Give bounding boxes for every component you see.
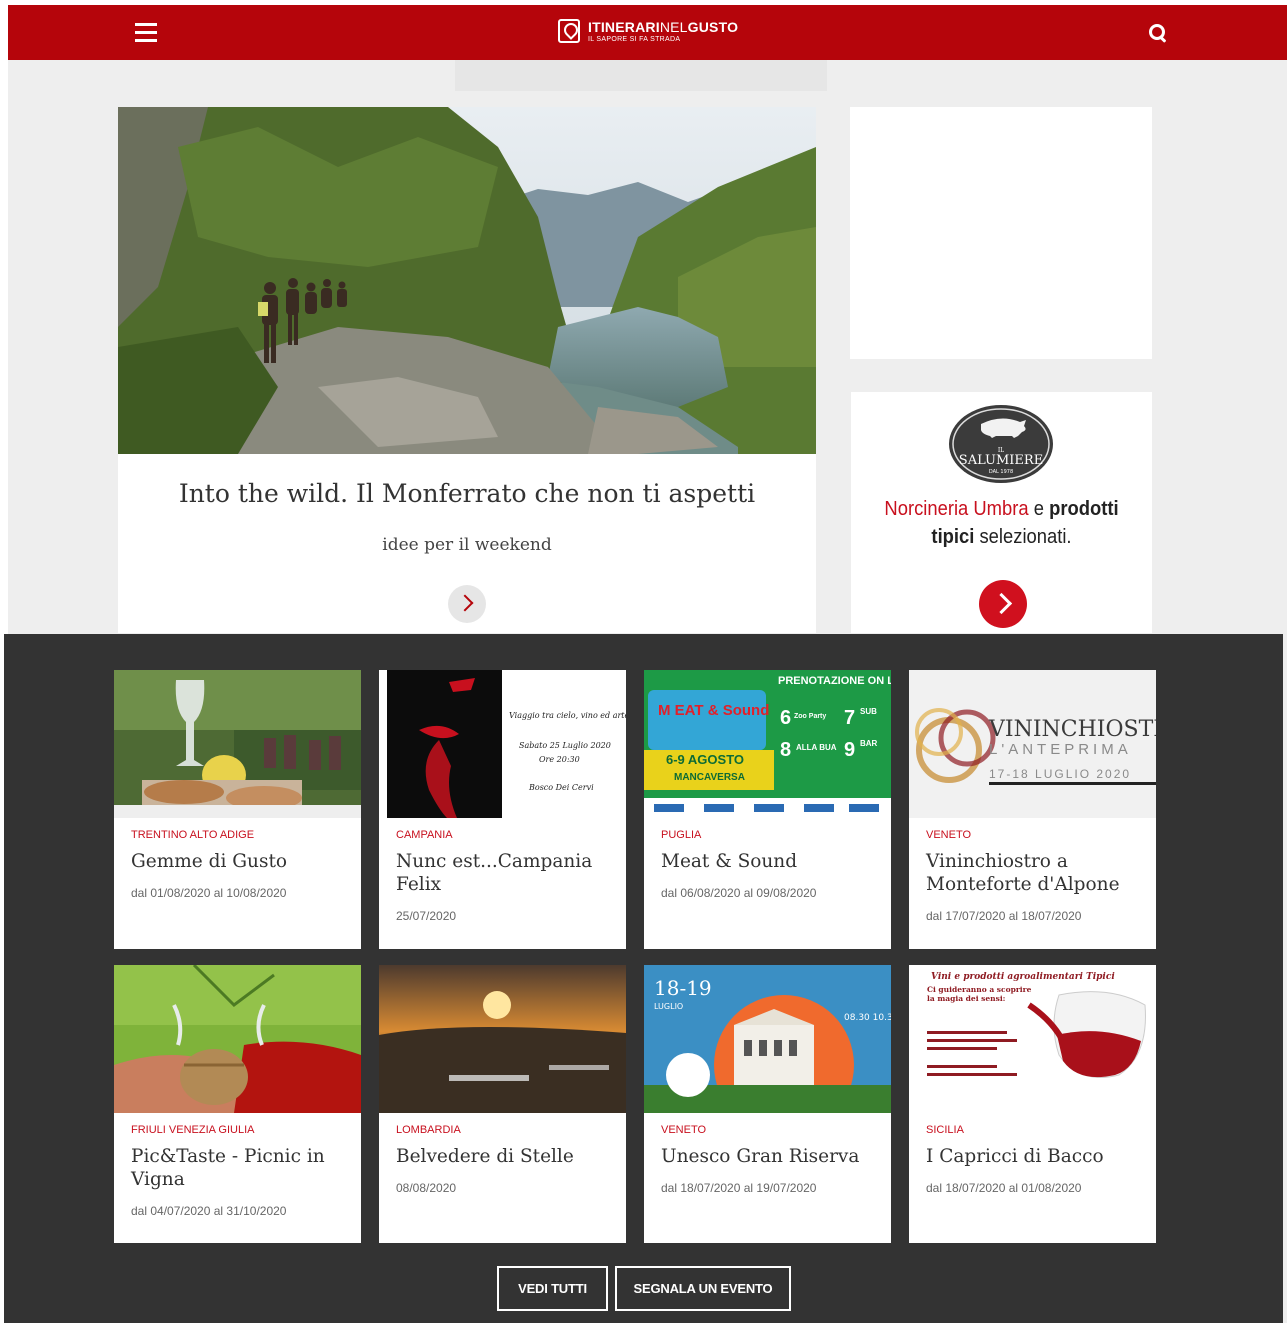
- event-title[interactable]: Pic&Taste - Picnic in Vigna: [131, 1145, 353, 1191]
- event-card[interactable]: FRIULI VENEZIA GIULIA Pic&Taste - Picnic…: [114, 965, 361, 1243]
- svg-text:Bosco Dei Cervi: Bosco Dei Cervi: [528, 783, 594, 792]
- event-card[interactable]: TRENTINO ALTO ADIGE Gemme di Gusto dal 0…: [114, 670, 361, 949]
- event-image: [114, 965, 361, 1113]
- site-header: ITINERARINELGUSTO IL SAPORE SI FA STRADA: [8, 5, 1287, 60]
- svg-text:9: 9: [844, 739, 855, 761]
- salumiere-wordmark: SALUMIERE: [959, 453, 1043, 468]
- event-title[interactable]: Gemme di Gusto: [131, 850, 353, 873]
- see-all-events-button[interactable]: VEDI TUTTI: [497, 1266, 608, 1311]
- event-date: dal 01/08/2020 al 10/08/2020: [131, 886, 287, 900]
- event-title[interactable]: Vininchiostro a Monteforte d'Alpone: [926, 850, 1148, 896]
- poster-vin-brand: VININCHIOSTRO: [988, 717, 1156, 742]
- poster-meat-logo: M EAT & Sound: [658, 702, 769, 719]
- salumiere-logo: IL SALUMIERE DAL 1978: [948, 404, 1054, 484]
- event-region: LOMBARDIA: [396, 1124, 461, 1136]
- svg-text:7: 7: [844, 707, 855, 729]
- search-icon[interactable]: [1148, 23, 1168, 43]
- event-image: VININCHIOSTRO L'ANTEPRIMA 17-18 LUGLIO 2…: [909, 670, 1156, 818]
- report-event-button[interactable]: SEGNALA UN EVENTO: [615, 1266, 791, 1311]
- map-pin-icon: [558, 19, 580, 43]
- event-image: PRENOTAZIONE ON LINE M EAT & Sound 6-9 A…: [644, 670, 891, 818]
- event-region: VENETO: [926, 829, 972, 841]
- hero-title[interactable]: Into the wild. Il Monferrato che non ti …: [118, 479, 816, 508]
- poster-unesco-dates: 18-19: [654, 976, 712, 1000]
- event-title[interactable]: I Capricci di Bacco: [926, 1145, 1148, 1168]
- event-image: Vini e prodotti agroalimentari Tipici Ci…: [909, 965, 1156, 1113]
- event-region: SICILIA: [926, 1124, 964, 1136]
- poster-unesco-times: 08.30 10.30: [844, 1013, 891, 1023]
- poster-meat-place: MANCAVERSA: [674, 772, 745, 783]
- hero-article[interactable]: Into the wild. Il Monferrato che non ti …: [118, 107, 816, 633]
- event-date: dal 18/07/2020 al 19/07/2020: [661, 1181, 817, 1195]
- poster-vin-dates: 17-18 LUGLIO 2020: [989, 767, 1131, 781]
- event-date: 08/08/2020: [396, 1181, 457, 1195]
- event-region: VENETO: [661, 1124, 707, 1136]
- promo-next-arrow-button[interactable]: [979, 580, 1027, 628]
- event-region: TRENTINO ALTO ADIGE: [131, 829, 255, 841]
- event-image: [379, 965, 626, 1113]
- svg-text:ALLA BUA: ALLA BUA: [796, 743, 837, 752]
- hero-subtitle: idee per il weekend: [382, 535, 552, 555]
- event-title[interactable]: Nunc est...Campania Felix: [396, 850, 618, 896]
- event-title[interactable]: Meat & Sound: [661, 850, 883, 873]
- event-card[interactable]: VININCHIOSTRO L'ANTEPRIMA 17-18 LUGLIO 2…: [909, 670, 1156, 949]
- event-date: 25/07/2020: [396, 909, 457, 923]
- site-logo[interactable]: ITINERARINELGUSTO IL SAPORE SI FA STRADA: [558, 19, 738, 43]
- event-card[interactable]: PRENOTAZIONE ON LINE M EAT & Sound 6-9 A…: [644, 670, 891, 949]
- event-card[interactable]: LOMBARDIA Belvedere di Stelle 08/08/2020: [379, 965, 626, 1243]
- poster-meat-top: PRENOTAZIONE ON LINE: [778, 675, 891, 687]
- event-title[interactable]: Unesco Gran Riserva: [661, 1145, 883, 1168]
- event-date: dal 04/07/2020 al 31/10/2020: [131, 1204, 287, 1218]
- poster-unesco-month: LUGLIO: [654, 1002, 683, 1011]
- poster-vin-sub: L'ANTEPRIMA: [989, 741, 1132, 758]
- svg-text:Zoo Party: Zoo Party: [794, 713, 826, 720]
- poster-campania-line: Viaggio tra cielo, vino ed arte: [509, 711, 626, 720]
- event-title[interactable]: Belvedere di Stelle: [396, 1145, 618, 1168]
- event-image: 18-19 LUGLIO 08.30 10.30: [644, 965, 891, 1113]
- promo-text: Norcineria Umbra e prodotti tipici selez…: [884, 498, 1119, 548]
- logo-tagline: IL SAPORE SI FA STRADA: [588, 35, 681, 43]
- events-section: TRENTINO ALTO ADIGE Gemme di Gusto dal 0…: [4, 634, 1283, 1323]
- event-region: CAMPANIA: [396, 829, 453, 841]
- poster-bacco-body: Ci guideranno a scoprire la magia dei se…: [927, 985, 1032, 1003]
- poster-bacco-head: Vini e prodotti agroalimentari Tipici: [931, 972, 1115, 982]
- svg-text:6: 6: [780, 707, 791, 729]
- ad-banner-placeholder: [455, 60, 827, 91]
- event-region: FRIULI VENEZIA GIULIA: [131, 1124, 255, 1136]
- salumiere-since: DAL 1978: [989, 469, 1013, 475]
- svg-text:BAR: BAR: [860, 739, 878, 748]
- poster-meat-dates: 6-9 AGOSTO: [666, 752, 744, 767]
- event-region: PUGLIA: [661, 829, 702, 841]
- hero-next-arrow-button[interactable]: [448, 585, 486, 623]
- svg-text:Ore 20:30: Ore 20:30: [539, 755, 580, 764]
- event-date: dal 06/08/2020 al 09/08/2020: [661, 886, 817, 900]
- sponsor-promo[interactable]: IL SALUMIERE DAL 1978 Norcineria Umbra e…: [851, 392, 1152, 633]
- event-image: [114, 670, 361, 818]
- event-date: dal 17/07/2020 al 18/07/2020: [926, 909, 1082, 923]
- svg-text:Sabato 25 Luglio 2020: Sabato 25 Luglio 2020: [519, 741, 611, 750]
- event-card[interactable]: Vini e prodotti agroalimentari Tipici Ci…: [909, 965, 1156, 1243]
- hamburger-menu-icon[interactable]: [135, 23, 157, 42]
- event-card[interactable]: Viaggio tra cielo, vino ed arte Sabato 2…: [379, 670, 626, 949]
- event-image: Viaggio tra cielo, vino ed arte Sabato 2…: [379, 670, 626, 818]
- svg-text:8: 8: [780, 739, 791, 761]
- sidebar-ad-slot: [850, 107, 1152, 359]
- svg-text:SUB: SUB: [860, 707, 877, 716]
- event-card[interactable]: 18-19 LUGLIO 08.30 10.30 VENETO Unesco G…: [644, 965, 891, 1243]
- logo-title: ITINERARINELGUSTO: [588, 18, 739, 35]
- hero-image: [118, 107, 816, 454]
- event-date: dal 18/07/2020 al 01/08/2020: [926, 1181, 1082, 1195]
